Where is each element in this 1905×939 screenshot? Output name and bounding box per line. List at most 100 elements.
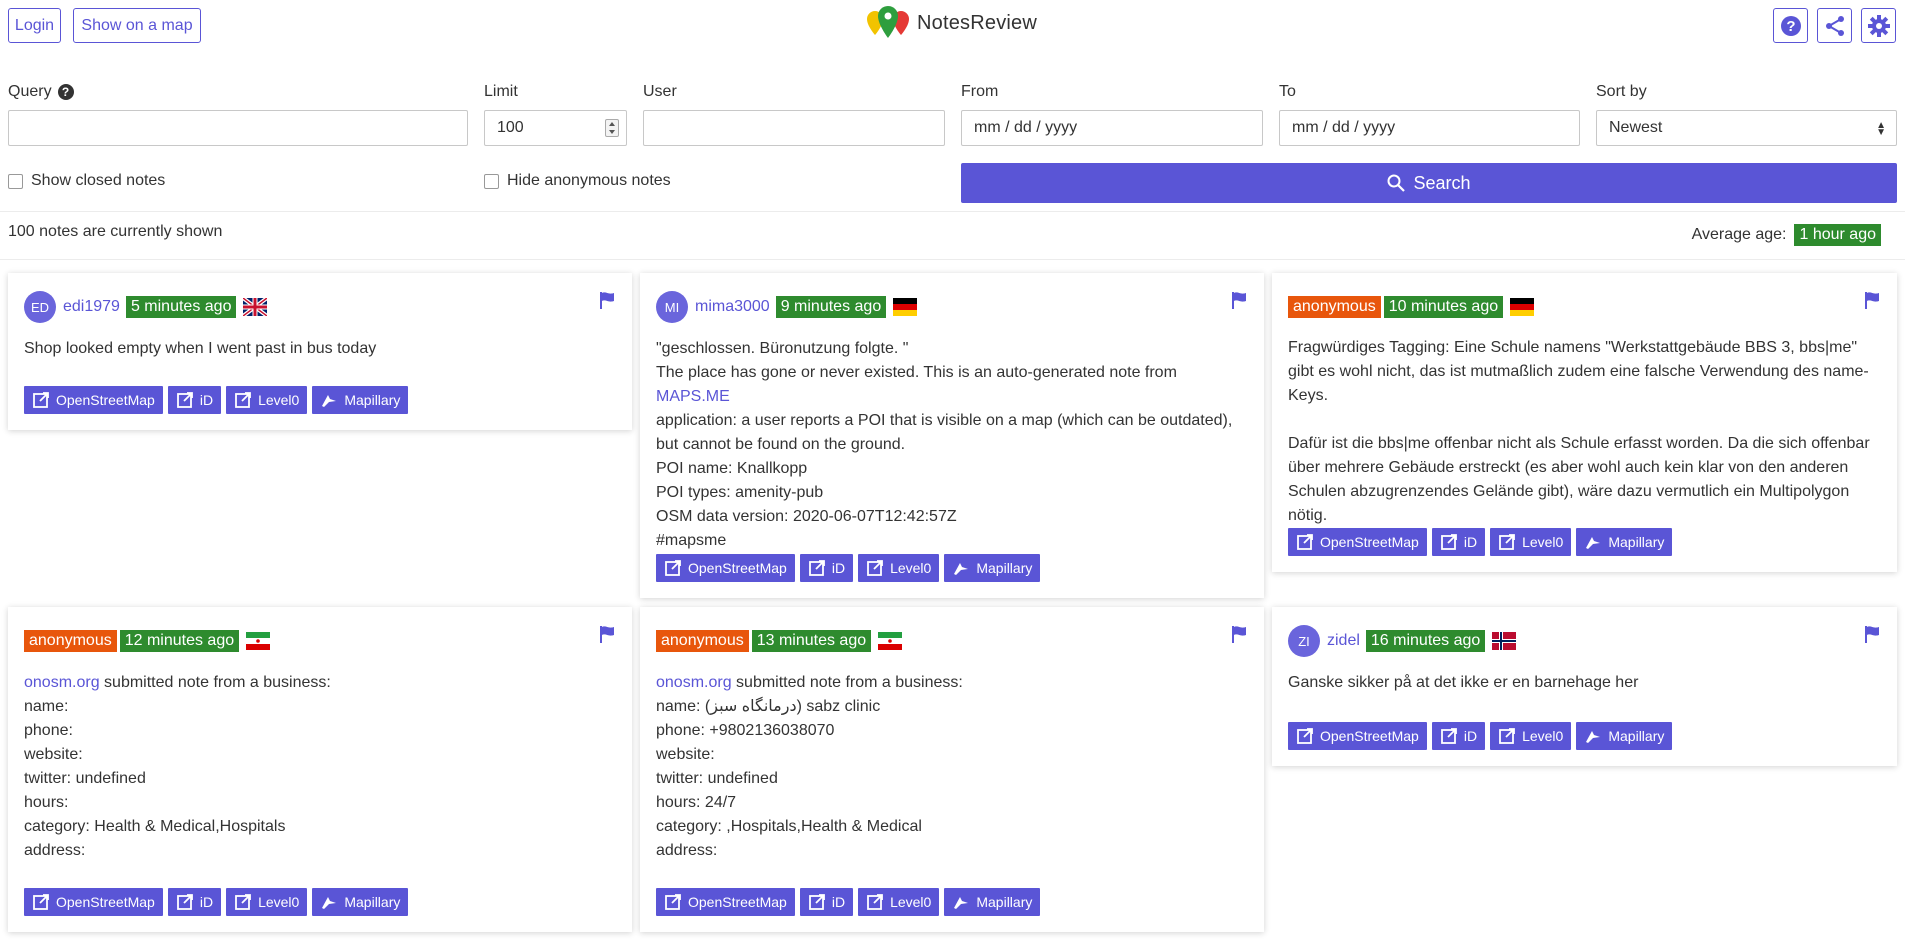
settings-button[interactable] bbox=[1861, 8, 1896, 43]
note-line: twitter: undefined bbox=[656, 770, 778, 787]
user-link[interactable]: edi1979 bbox=[63, 298, 120, 316]
button-label: OpenStreetMap bbox=[56, 894, 155, 910]
show-closed-checkbox[interactable]: Show closed notes bbox=[8, 172, 165, 190]
divider bbox=[0, 259, 1905, 260]
level0-button[interactable]: Level0 bbox=[1490, 528, 1572, 556]
mapillary-button[interactable]: Mapillary bbox=[312, 888, 409, 916]
note-text: onosm.org submitted note from a business… bbox=[24, 671, 616, 863]
mapillary-button[interactable]: Mapillary bbox=[944, 554, 1041, 582]
report-flag-icon[interactable] bbox=[1863, 625, 1881, 648]
age-badge: 16 minutes ago bbox=[1365, 630, 1486, 652]
report-flag-icon[interactable] bbox=[598, 625, 616, 648]
external-link-icon bbox=[1440, 728, 1457, 744]
app-logo[interactable]: NotesReview bbox=[865, 5, 1037, 41]
note-line: Fragwürdiges Tagging: Eine Schule namens… bbox=[1288, 339, 1869, 404]
query-input[interactable] bbox=[8, 110, 468, 146]
report-flag-icon[interactable] bbox=[598, 291, 616, 314]
notes-count: 100 notes are currently shown bbox=[8, 223, 223, 240]
mapillary-icon bbox=[954, 897, 969, 909]
login-button[interactable]: Login bbox=[8, 8, 61, 43]
button-label: OpenStreetMap bbox=[1320, 728, 1419, 744]
help-button[interactable]: ? bbox=[1773, 8, 1808, 43]
note-line: submitted note from a business: bbox=[731, 674, 963, 691]
mapillary-button[interactable]: Mapillary bbox=[312, 386, 409, 414]
button-label: Level0 bbox=[890, 560, 932, 576]
to-date-input[interactable]: mm / dd / yyyy bbox=[1279, 110, 1580, 146]
note-actions: OpenStreetMap iD Level0 Mapillary bbox=[1288, 528, 1881, 556]
note-line: name: bbox=[24, 698, 69, 715]
note-actions: OpenStreetMap iD Level0 Mapillary bbox=[656, 554, 1248, 582]
id-button[interactable]: iD bbox=[1431, 722, 1486, 750]
maps-me-link[interactable]: MAPS.ME bbox=[656, 388, 730, 405]
country-flag-icon bbox=[246, 632, 271, 650]
level0-button[interactable]: Level0 bbox=[858, 554, 940, 582]
external-link-icon bbox=[176, 392, 193, 408]
mapillary-button[interactable]: Mapillary bbox=[1576, 528, 1673, 556]
button-label: Level0 bbox=[258, 894, 300, 910]
checkbox-box[interactable] bbox=[8, 173, 23, 189]
age-badge: 5 minutes ago bbox=[125, 296, 237, 318]
openstreetmap-button[interactable]: OpenStreetMap bbox=[24, 386, 163, 414]
share-button[interactable] bbox=[1817, 8, 1852, 43]
id-button[interactable]: iD bbox=[167, 888, 222, 916]
search-button[interactable]: Search bbox=[961, 163, 1897, 203]
note-line: phone: +9802136038070 bbox=[656, 722, 835, 739]
note-text: Shop looked empty when I went past in bu… bbox=[24, 337, 616, 361]
external-link-icon bbox=[808, 560, 825, 576]
openstreetmap-button[interactable]: OpenStreetMap bbox=[656, 888, 795, 916]
sort-label: Sort by bbox=[1596, 83, 1647, 101]
report-flag-icon[interactable] bbox=[1230, 625, 1248, 648]
level0-button[interactable]: Level0 bbox=[226, 386, 308, 414]
user-link[interactable]: zidel bbox=[1327, 632, 1360, 650]
onosm-link[interactable]: onosm.org bbox=[656, 674, 732, 691]
openstreetmap-button[interactable]: OpenStreetMap bbox=[656, 554, 795, 582]
external-link-icon bbox=[33, 894, 49, 910]
id-button[interactable]: iD bbox=[167, 386, 222, 414]
onosm-link[interactable]: onosm.org bbox=[24, 674, 100, 691]
from-date-input[interactable]: mm / dd / yyyy bbox=[961, 110, 1263, 146]
checkbox-box[interactable] bbox=[484, 173, 499, 189]
mapillary-button[interactable]: Mapillary bbox=[1576, 722, 1673, 750]
note-header: anonymous 12 minutes ago bbox=[24, 625, 616, 657]
query-help-icon[interactable]: ? bbox=[57, 84, 74, 100]
user-link[interactable]: mima3000 bbox=[695, 298, 770, 316]
mapillary-icon bbox=[322, 897, 337, 909]
hide-anonymous-checkbox[interactable]: Hide anonymous notes bbox=[484, 172, 671, 190]
level0-button[interactable]: Level0 bbox=[858, 888, 940, 916]
show-on-map-button[interactable]: Show on a map bbox=[73, 8, 201, 43]
app-name: NotesReview bbox=[917, 11, 1038, 34]
average-age: Average age: 1 hour ago bbox=[1692, 224, 1881, 246]
note-text: "geschlossen. Büronutzung folgte. " The … bbox=[656, 337, 1248, 553]
report-flag-icon[interactable] bbox=[1863, 291, 1881, 314]
openstreetmap-button[interactable]: OpenStreetMap bbox=[1288, 528, 1427, 556]
note-card: anonymous 10 minutes ago Fragwürdiges Tagg… bbox=[1272, 273, 1897, 572]
select-arrows-icon: ▲ ▼ bbox=[1876, 120, 1886, 138]
openstreetmap-button[interactable]: OpenStreetMap bbox=[24, 888, 163, 916]
id-button[interactable]: iD bbox=[1431, 528, 1486, 556]
note-card: ED edi1979 5 minutes ago Shop looked empty … bbox=[8, 273, 632, 430]
age-badge: 10 minutes ago bbox=[1383, 295, 1504, 318]
country-flag-icon bbox=[893, 298, 918, 316]
from-label: From bbox=[961, 83, 998, 101]
external-link-icon bbox=[176, 894, 193, 910]
report-flag-icon[interactable] bbox=[1230, 291, 1248, 314]
mapillary-button[interactable]: Mapillary bbox=[944, 888, 1041, 916]
age-badge: 13 minutes ago bbox=[751, 630, 872, 652]
level0-button[interactable]: Level0 bbox=[1490, 722, 1572, 750]
button-label: iD bbox=[1463, 534, 1478, 550]
sort-select[interactable]: Newest ▲ ▼ bbox=[1596, 110, 1897, 146]
button-label: OpenStreetMap bbox=[56, 392, 155, 408]
search-icon bbox=[1387, 174, 1406, 192]
note-line: POI types: amenity-pub bbox=[656, 484, 824, 501]
openstreetmap-button[interactable]: OpenStreetMap bbox=[1288, 722, 1427, 750]
level0-button[interactable]: Level0 bbox=[226, 888, 308, 916]
avatar: ED bbox=[24, 291, 56, 323]
limit-stepper[interactable] bbox=[605, 119, 619, 137]
user-input[interactable] bbox=[643, 110, 945, 146]
note-card: ZI zidel 16 minutes ago Ganske sikker på at… bbox=[1272, 607, 1897, 766]
id-button[interactable]: iD bbox=[799, 554, 854, 582]
limit-input[interactable]: 100 bbox=[484, 110, 627, 146]
note-line: #mapsme bbox=[656, 532, 727, 549]
button-label: Mapillary bbox=[976, 894, 1033, 910]
id-button[interactable]: iD bbox=[799, 888, 854, 916]
